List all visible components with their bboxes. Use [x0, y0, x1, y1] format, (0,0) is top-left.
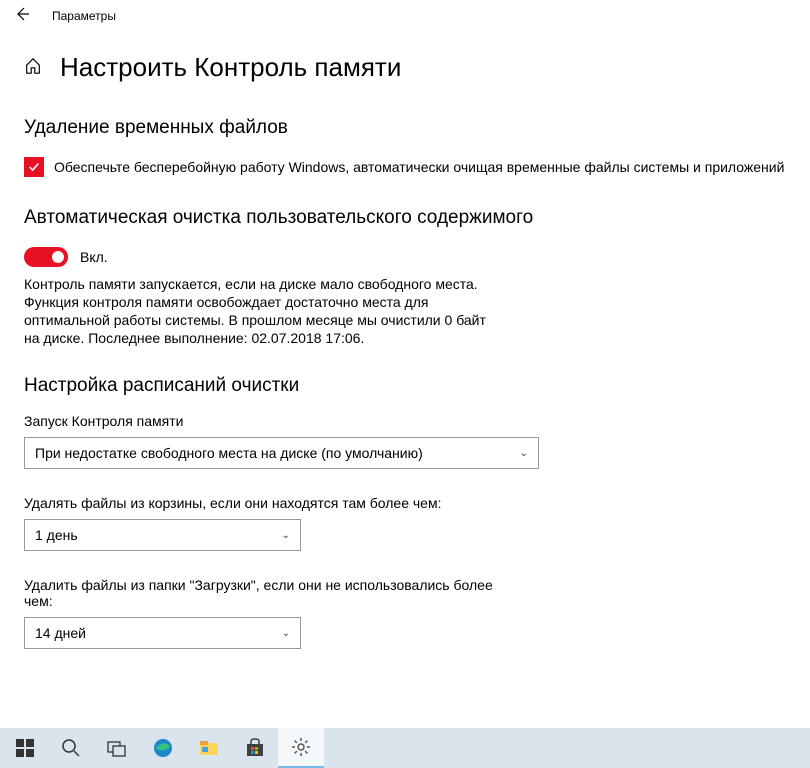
schedule-heading: Настройка расписаний очистки: [24, 375, 786, 397]
recycle-bin-value: 1 день: [35, 527, 78, 543]
auto-cleanup-heading: Автоматическая очистка пользовательского…: [24, 207, 786, 229]
chevron-down-icon: ⌄: [520, 448, 528, 459]
chevron-down-icon: ⌄: [282, 530, 290, 541]
run-schedule-value: При недостатке свободного места на диске…: [35, 445, 423, 461]
edge-icon[interactable]: [140, 728, 186, 768]
recycle-bin-label: Удалять файлы из корзины, если они наход…: [24, 495, 524, 511]
file-explorer-icon[interactable]: [186, 728, 232, 768]
downloads-dropdown[interactable]: 14 дней ⌄: [24, 617, 301, 649]
chevron-down-icon: ⌄: [282, 628, 290, 639]
settings-icon[interactable]: [278, 728, 324, 768]
run-schedule-dropdown[interactable]: При недостатке свободного места на диске…: [24, 437, 539, 469]
storage-sense-toggle[interactable]: [24, 247, 68, 267]
task-view-button[interactable]: [94, 728, 140, 768]
back-button[interactable]: [14, 6, 30, 27]
store-icon[interactable]: [232, 728, 278, 768]
window-title: Параметры: [52, 9, 116, 23]
taskbar: [0, 728, 810, 768]
run-schedule-label: Запуск Контроля памяти: [24, 413, 524, 429]
start-button[interactable]: [2, 728, 48, 768]
recycle-bin-dropdown[interactable]: 1 день ⌄: [24, 519, 301, 551]
downloads-label: Удалить файлы из папки "Загрузки", если …: [24, 577, 524, 609]
page-title: Настроить Контроль памяти: [60, 52, 401, 83]
search-button[interactable]: [48, 728, 94, 768]
home-icon[interactable]: [24, 57, 42, 78]
storage-sense-description: Контроль памяти запускается, если на дис…: [24, 275, 504, 347]
temp-files-heading: Удаление временных файлов: [24, 117, 786, 139]
temp-files-checkbox[interactable]: [24, 157, 44, 177]
temp-files-checkbox-label: Обеспечьте бесперебойную работу Windows,…: [54, 157, 784, 177]
downloads-value: 14 дней: [35, 625, 86, 641]
storage-sense-toggle-label: Вкл.: [80, 249, 108, 265]
